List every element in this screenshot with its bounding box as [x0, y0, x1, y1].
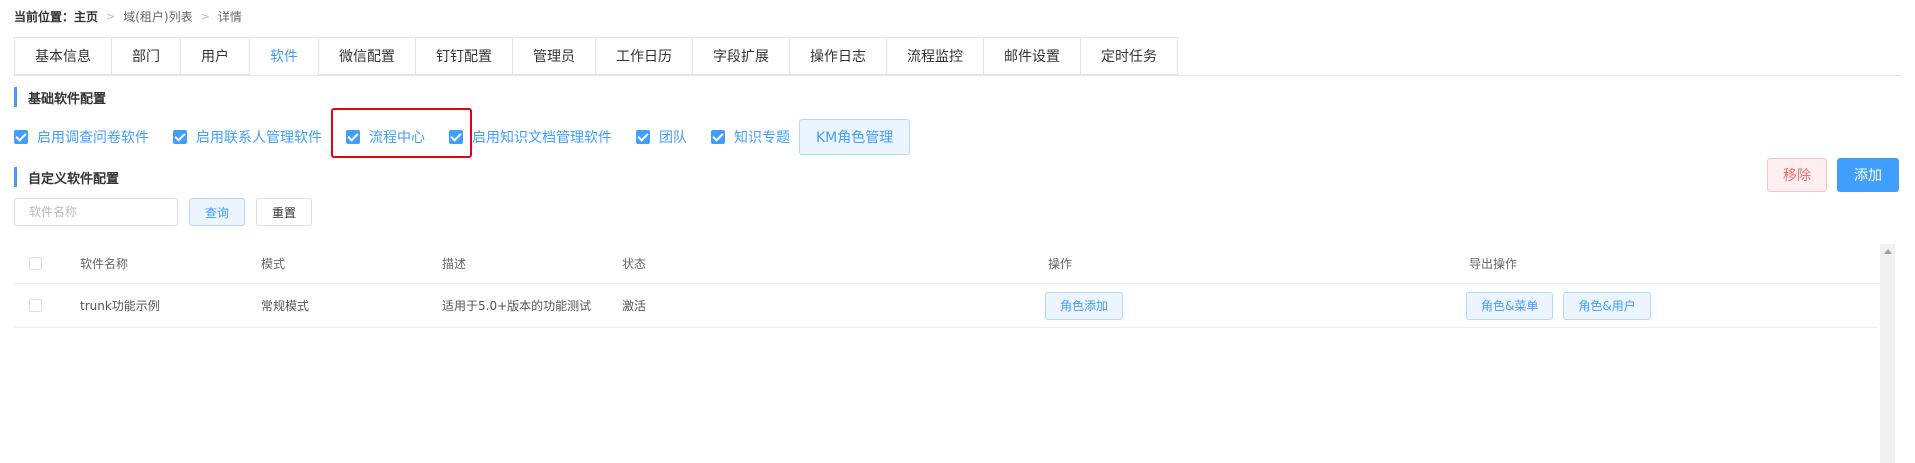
tab-software[interactable]: 软件 [249, 37, 318, 75]
reset-button[interactable]: 重置 [256, 198, 312, 226]
checkbox-checked-icon[interactable] [711, 130, 725, 144]
table-header-row: 软件名称 模式 描述 状态 操作 导出操作 [14, 244, 1878, 284]
breadcrumb-tenant-list-link[interactable]: 域(租户)列表 [123, 8, 192, 25]
tab-basic-info[interactable]: 基本信息 [14, 37, 111, 75]
cell-software-name: trunk功能示例 [80, 299, 160, 313]
custom-software-section-title: 自定义软件配置 [14, 167, 119, 187]
tab-bar: 基本信息 部门 用户 软件 微信配置 钉钉配置 管理员 工作日历 字段扩展 操作… [14, 37, 1178, 75]
cell-status: 激活 [622, 299, 647, 313]
tab-scheduled-tasks[interactable]: 定时任务 [1080, 37, 1178, 75]
tab-operation-log[interactable]: 操作日志 [789, 37, 886, 75]
tab-dingtalk-config[interactable]: 钉钉配置 [415, 37, 512, 75]
tab-department[interactable]: 部门 [111, 37, 180, 75]
checkbox-knowledge-docs-software[interactable]: 启用知识文档管理软件 [449, 127, 612, 147]
tabs-divider [14, 75, 1901, 76]
header-description: 描述 [442, 257, 467, 271]
table-row: trunk功能示例 常规模式 适用于5.0+版本的功能测试 激活 角色添加 角色… [14, 284, 1878, 328]
checkbox-label: 团队 [659, 130, 687, 146]
software-name-search-input[interactable] [14, 198, 178, 226]
basic-software-checkbox-group: 启用调查问卷软件 启用联系人管理软件 流程中心 启用知识文档管理软件 团队 知识… [14, 119, 911, 155]
header-mode: 模式 [261, 257, 286, 271]
breadcrumb-label: 当前位置： [14, 9, 75, 24]
checkbox-contacts-software[interactable]: 启用联系人管理软件 [173, 127, 322, 147]
km-role-management-button[interactable]: KM角色管理 [799, 119, 911, 155]
vertical-scrollbar[interactable] [1880, 244, 1895, 463]
checkbox-label: 启用知识文档管理软件 [472, 130, 612, 146]
breadcrumb-separator-icon: > [200, 9, 210, 23]
row-checkbox-cell [29, 284, 42, 327]
checkbox-process-center[interactable]: 流程中心 [346, 127, 425, 147]
checkbox-checked-icon[interactable] [173, 130, 187, 144]
checkbox-label: 启用联系人管理软件 [196, 130, 322, 146]
query-button[interactable]: 查询 [189, 198, 245, 226]
basic-software-section-title: 基础软件配置 [14, 87, 106, 107]
header-actions: 操作 [1048, 257, 1073, 271]
tab-mail-settings[interactable]: 邮件设置 [983, 37, 1080, 75]
cell-actions: 角色添加 [1045, 284, 1133, 327]
header-status: 状态 [622, 257, 647, 271]
checkbox-knowledge-topic[interactable]: 知识专题 [711, 127, 790, 147]
tab-admins[interactable]: 管理员 [512, 37, 595, 75]
tab-process-monitor[interactable]: 流程监控 [886, 37, 983, 75]
row-checkbox[interactable] [29, 299, 42, 312]
checkbox-checked-icon[interactable] [636, 130, 650, 144]
tab-work-calendar[interactable]: 工作日历 [595, 37, 692, 75]
checkbox-label: 知识专题 [734, 130, 790, 146]
role-add-button[interactable]: 角色添加 [1045, 291, 1124, 320]
cell-description: 适用于5.0+版本的功能测试 [442, 299, 592, 313]
checkbox-label: 流程中心 [369, 130, 425, 146]
export-role-user-button[interactable]: 角色&用户 [1563, 291, 1651, 320]
cell-export-actions: 角色&菜单 角色&用户 [1466, 284, 1661, 327]
breadcrumb-separator-icon: > [106, 9, 116, 23]
checkbox-survey-software[interactable]: 启用调查问卷软件 [14, 127, 149, 147]
tab-users[interactable]: 用户 [180, 37, 249, 75]
software-table: 软件名称 模式 描述 状态 操作 导出操作 trunk功能示例 常规模式 适用于… [14, 244, 1878, 328]
tab-field-extension[interactable]: 字段扩展 [692, 37, 789, 75]
export-role-menu-button[interactable]: 角色&菜单 [1466, 291, 1554, 320]
tab-wechat-config[interactable]: 微信配置 [318, 37, 415, 75]
checkbox-checked-icon[interactable] [449, 130, 463, 144]
header-software-name: 软件名称 [80, 257, 129, 271]
breadcrumb: 当前位置： 主页 > 域(租户)列表 > 详情 [14, 7, 242, 25]
checkbox-label: 启用调查问卷软件 [37, 130, 149, 146]
checkbox-team[interactable]: 团队 [636, 127, 687, 147]
remove-button[interactable]: 移除 [1767, 158, 1827, 192]
select-all-checkbox-cell [29, 244, 42, 283]
breadcrumb-current: 详情 [217, 9, 242, 24]
cell-mode: 常规模式 [261, 299, 310, 313]
header-export-actions: 导出操作 [1469, 257, 1518, 271]
scroll-up-arrow-icon[interactable] [1884, 249, 1892, 254]
checkbox-checked-icon[interactable] [346, 130, 360, 144]
add-button[interactable]: 添加 [1837, 158, 1899, 192]
breadcrumb-home-link[interactable]: 主页 [74, 8, 98, 25]
checkbox-checked-icon[interactable] [14, 130, 28, 144]
select-all-checkbox[interactable] [29, 257, 42, 270]
